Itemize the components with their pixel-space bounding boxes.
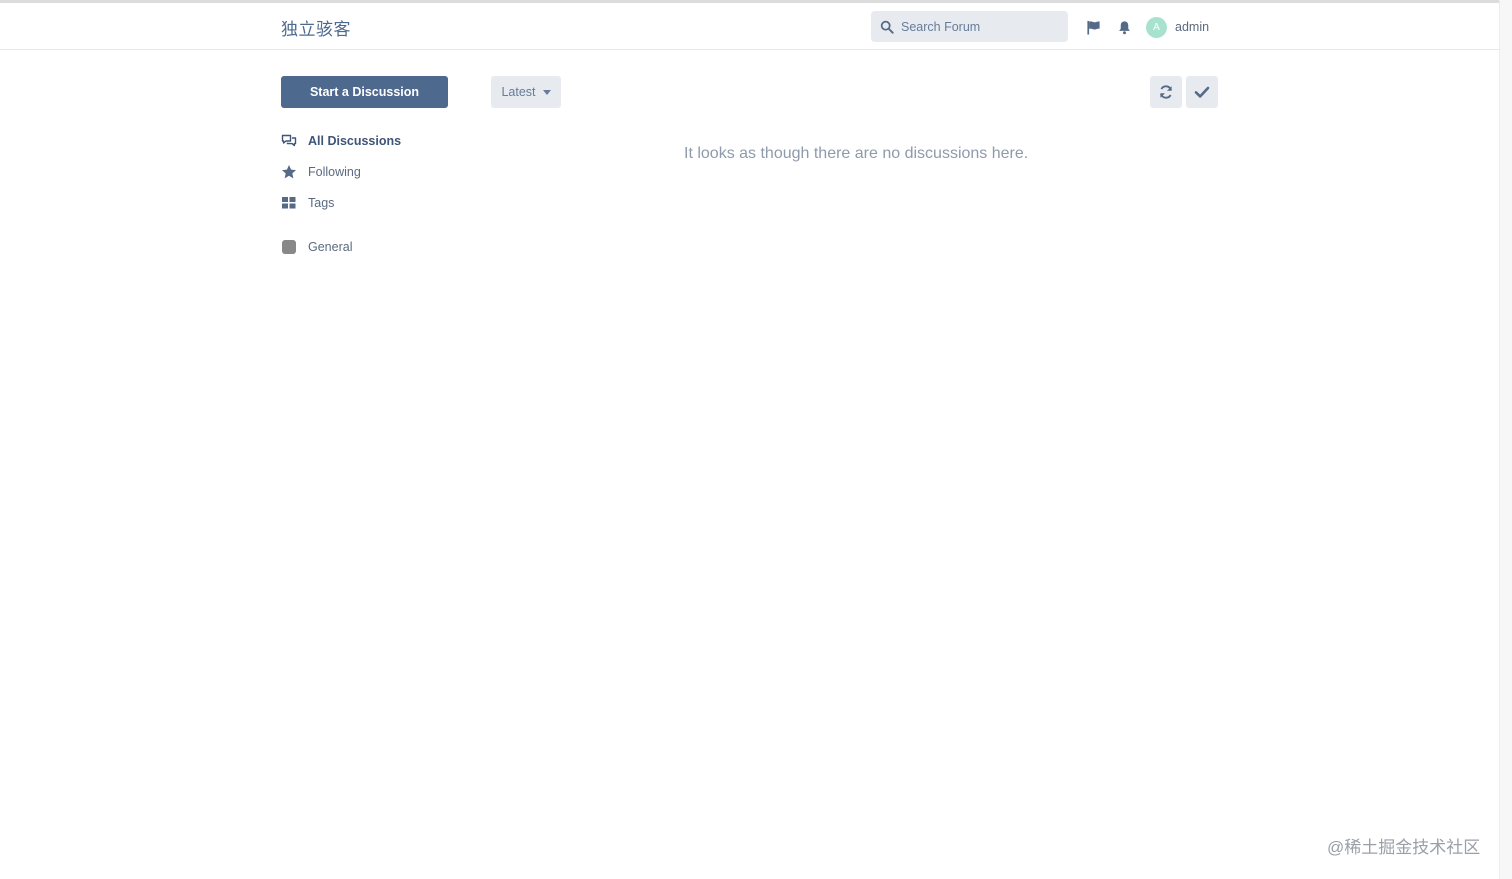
sort-label: Latest <box>501 85 536 99</box>
start-discussion-button[interactable]: Start a Discussion <box>281 76 448 108</box>
sidebar-item-following[interactable]: Following <box>281 162 401 182</box>
sidebar-item-tags[interactable]: Tags <box>281 193 401 213</box>
site-header: 独立骇客 A admin <box>0 3 1499 50</box>
username[interactable]: admin <box>1175 20 1209 34</box>
sidebar-item-label: Tags <box>308 196 335 210</box>
forum-title[interactable]: 独立骇客 <box>281 15 351 40</box>
bell-icon[interactable] <box>1117 20 1132 35</box>
avatar[interactable]: A <box>1146 17 1167 38</box>
sort-dropdown[interactable]: Latest <box>491 76 561 108</box>
grid-icon <box>281 195 297 211</box>
caret-down-icon <box>542 89 551 95</box>
watermark: @稀土掘金技术社区 <box>1327 838 1481 857</box>
mark-all-read-button[interactable] <box>1186 76 1218 108</box>
sidebar-item-label: All Discussions <box>308 134 402 148</box>
tag-color-icon <box>281 239 297 255</box>
empty-state-message: It looks as though there are no discussi… <box>684 145 1029 162</box>
refresh-icon <box>1160 85 1172 99</box>
comments-icon <box>281 133 297 149</box>
sidebar-item-label: General <box>308 240 353 254</box>
refresh-button[interactable] <box>1150 76 1182 108</box>
sidebar-item-tag-general[interactable]: General <box>281 237 401 257</box>
check-icon <box>1194 86 1210 98</box>
sidebar-nav: All Discussions Following Tags General <box>281 131 401 268</box>
star-icon <box>281 164 297 180</box>
search-box[interactable] <box>871 11 1068 42</box>
search-icon <box>880 20 894 34</box>
search-input[interactable] <box>901 19 1051 34</box>
tag-swatch <box>282 240 296 254</box>
flag-icon[interactable] <box>1086 20 1101 35</box>
sidebar-item-label: Following <box>308 165 361 179</box>
sidebar-item-all-discussions[interactable]: All Discussions <box>281 131 401 151</box>
scrollbar-track[interactable] <box>1499 0 1512 879</box>
